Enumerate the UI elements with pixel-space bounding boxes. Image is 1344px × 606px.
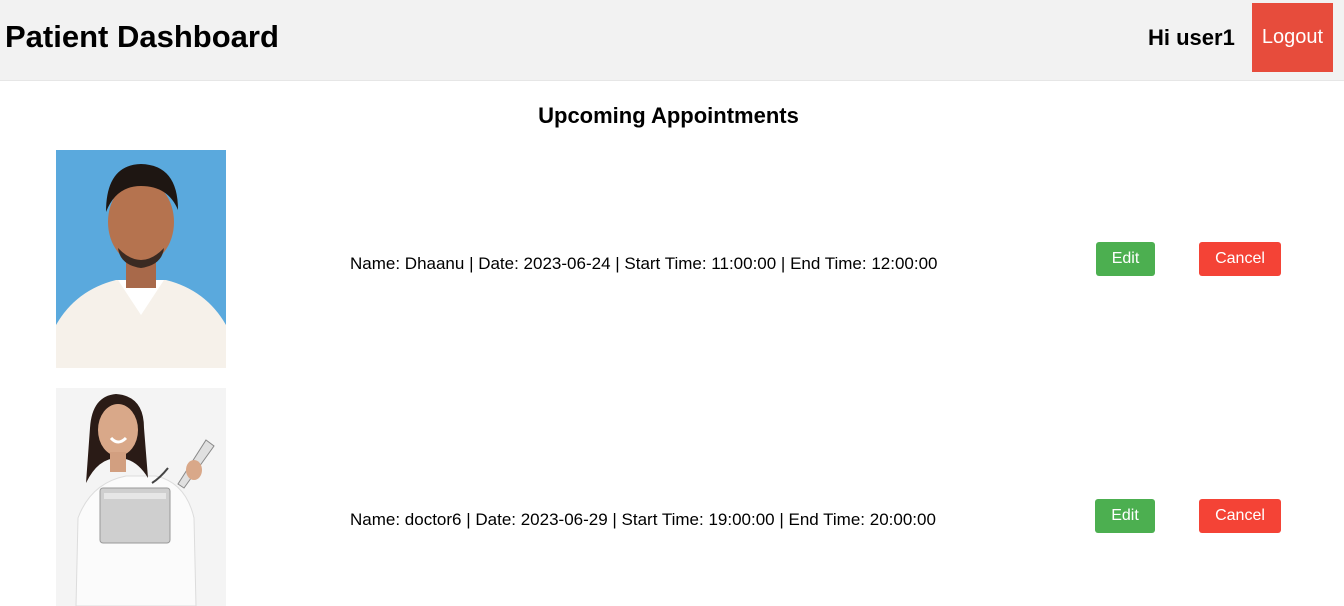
appointment-details: Name: Dhaanu | Date: 2023-06-24 | Start … (350, 254, 938, 273)
doctor-photo (56, 150, 226, 368)
appointment-details: Name: doctor6 | Date: 2023-06-29 | Start… (350, 510, 936, 529)
doctor-photo (56, 388, 226, 606)
section-title: Upcoming Appointments (538, 103, 799, 128)
appointment-row: Name: doctor6 | Date: 2023-06-29 | Start… (0, 388, 1344, 606)
page-title: Patient Dashboard (5, 19, 279, 54)
edit-button[interactable]: Edit (1096, 242, 1155, 276)
logout-button[interactable]: Logout (1252, 3, 1333, 72)
top-header: Patient Dashboard Hi user1 Logout (0, 0, 1344, 81)
cancel-button[interactable]: Cancel (1199, 242, 1281, 276)
edit-button[interactable]: Edit (1095, 499, 1155, 533)
cancel-button[interactable]: Cancel (1199, 499, 1281, 533)
appointment-row: Name: Dhaanu | Date: 2023-06-24 | Start … (0, 150, 1344, 368)
user-greeting: Hi user1 (1148, 25, 1235, 50)
